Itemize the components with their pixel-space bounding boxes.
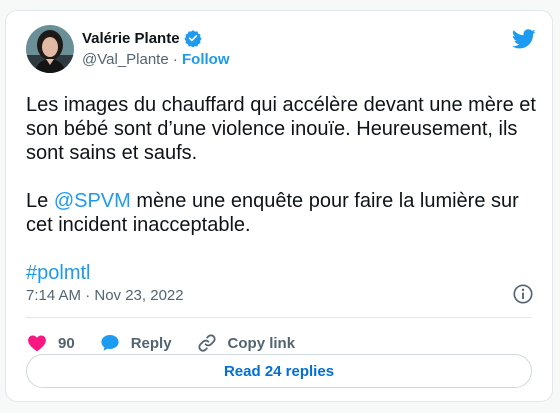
author-handle[interactable]: @Val_Plante — [82, 51, 169, 68]
author-name-row[interactable]: Valérie Plante — [82, 29, 202, 48]
tweet-paragraph-3: #polmtl — [26, 261, 541, 285]
copy-link-label: Copy link — [227, 334, 296, 352]
copy-link-button[interactable]: Copy link — [196, 332, 296, 354]
author-handle-row: @Val_Plante · Follow — [82, 51, 230, 68]
tweet-card: Valérie Plante @Val_Plante · Follow Les … — [5, 10, 553, 402]
tweet-text: Les images du chauffard qui accélère dev… — [26, 93, 541, 285]
reply-button[interactable]: Reply — [99, 332, 172, 354]
divider — [26, 317, 532, 318]
hashtag-link[interactable]: #polmtl — [26, 262, 90, 284]
heart-icon — [28, 335, 46, 352]
read-replies-button[interactable]: Read 24 replies — [26, 354, 532, 388]
follow-button[interactable]: Follow — [182, 51, 230, 68]
tweet-paragraph-1: Les images du chauffard qui accélère dev… — [26, 94, 536, 164]
like-count: 90 — [58, 334, 75, 352]
separator-dot: · — [172, 51, 178, 68]
tweet-paragraph-2: Le @SPVM mène une enquête pour faire la … — [26, 189, 541, 237]
reply-bubble-icon — [101, 335, 119, 351]
text-prefix: Le — [26, 190, 54, 212]
twitter-bird-icon[interactable] — [512, 27, 536, 51]
avatar[interactable] — [26, 25, 74, 73]
like-button[interactable]: 90 — [26, 332, 75, 354]
verified-badge-icon — [183, 29, 202, 48]
timestamp[interactable]: 7:14 AM · Nov 23, 2022 — [26, 287, 184, 304]
info-icon[interactable] — [512, 283, 534, 305]
mention-link[interactable]: @SPVM — [54, 190, 131, 212]
reply-label: Reply — [130, 334, 172, 352]
author-name[interactable]: Valérie Plante — [82, 30, 180, 47]
link-icon — [197, 334, 216, 352]
